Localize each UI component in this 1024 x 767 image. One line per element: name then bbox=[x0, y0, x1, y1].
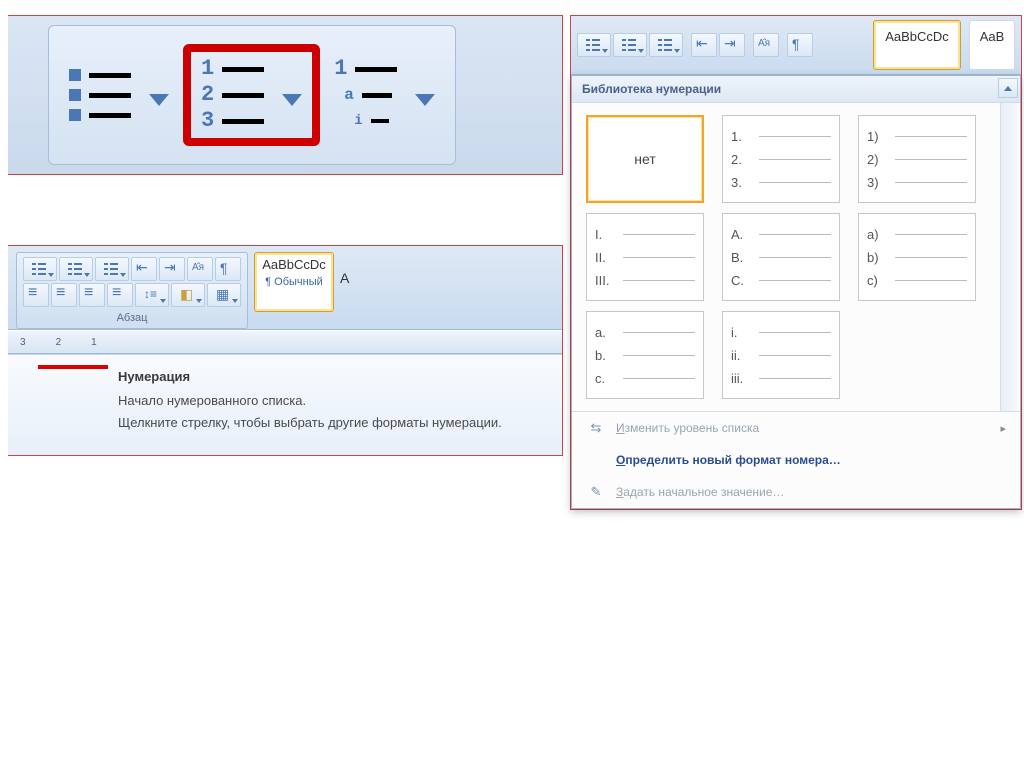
tooltip-line2: Щелкните стрелку, чтобы выбрать другие ф… bbox=[118, 414, 544, 432]
numbering-option-roman-lower[interactable]: i. ii. iii. bbox=[722, 311, 840, 399]
line-spacing-button[interactable] bbox=[135, 283, 169, 307]
define-new-number-format-item[interactable]: Определить новый формат номера… bbox=[572, 444, 1020, 476]
numbering-option-decimal-dot[interactable]: 1. 2. 3. bbox=[722, 115, 840, 203]
shading-button[interactable] bbox=[171, 283, 205, 307]
change-list-level-item: ⇆ Изменить уровень списка ▸ bbox=[572, 412, 1020, 444]
panel-mini-ribbon: AaBbCcDc AaB bbox=[571, 16, 1021, 75]
numbering-option-roman-upper[interactable]: I. II. III. bbox=[586, 213, 704, 301]
paragraph-group-label: Абзац bbox=[23, 309, 241, 324]
highlight-numbering-box: 1 2 3 bbox=[183, 44, 320, 146]
numbering-option-alpha-lower-dot[interactable]: a. b. c. bbox=[586, 311, 704, 399]
dropdown-header: Библиотека нумерации ез bbox=[572, 76, 1020, 103]
chevron-down-icon bbox=[149, 94, 169, 106]
multilevel-button-zoom[interactable]: 1 a i bbox=[324, 54, 445, 136]
numbering-library-dropdown: Библиотека нумерации ез нет 1. 2. 3. 1) … bbox=[571, 75, 1021, 509]
show-hide-button[interactable] bbox=[215, 257, 241, 281]
zoomed-list-buttons-strip: 1 2 3 1 a i bbox=[8, 15, 563, 175]
bullets-icon bbox=[69, 69, 131, 121]
decrease-indent-button[interactable] bbox=[691, 33, 717, 57]
numbering-gallery: нет 1. 2. 3. 1) 2) 3) I. II. III. A. B. … bbox=[572, 103, 1020, 411]
numbering-button[interactable] bbox=[613, 33, 647, 57]
style-name: ¶ Обычный bbox=[255, 276, 333, 288]
indent-icon: ⇆ bbox=[586, 420, 606, 436]
decrease-indent-button[interactable] bbox=[131, 257, 157, 281]
numbering-button-zoom[interactable]: 1 2 3 bbox=[201, 60, 302, 130]
align-justify-button[interactable] bbox=[107, 283, 133, 307]
multilevel-button[interactable] bbox=[95, 257, 129, 281]
numbering-icon: 1 2 3 bbox=[201, 60, 264, 130]
style-normal-preview[interactable]: AaBbCcDc ¶ Обычный bbox=[254, 252, 334, 312]
chevron-down-icon bbox=[415, 94, 435, 106]
numbering-dropdown-panel: AaBbCcDc AaB Библиотека нумерации ез нет… bbox=[570, 15, 1022, 510]
numbering-option-decimal-paren[interactable]: 1) 2) 3) bbox=[858, 115, 976, 203]
ruler-mark: 2 bbox=[56, 337, 62, 348]
zoom-buttons-container: 1 2 3 1 a i bbox=[48, 25, 456, 165]
bullets-button[interactable] bbox=[23, 257, 57, 281]
ruler-mark: 3 bbox=[20, 337, 26, 348]
ruler: 3 2 1 bbox=[8, 330, 562, 354]
ribbon-row: Абзац AaBbCcDc ¶ Обычный A bbox=[8, 246, 562, 330]
submenu-arrow-icon: ▸ bbox=[1000, 422, 1006, 435]
none-label: нет bbox=[634, 151, 655, 167]
numbering-button[interactable] bbox=[59, 257, 93, 281]
style-extra-mini[interactable]: AaB bbox=[969, 20, 1015, 70]
increase-indent-button[interactable] bbox=[159, 257, 185, 281]
multilevel-button[interactable] bbox=[649, 33, 683, 57]
increase-indent-button[interactable] bbox=[719, 33, 745, 57]
sort-button[interactable] bbox=[187, 257, 213, 281]
style-sample: AaBbCcDc bbox=[255, 257, 333, 272]
pencil-icon: ✎ bbox=[586, 484, 606, 500]
highlight-underline bbox=[38, 365, 108, 369]
scroll-up-button[interactable] bbox=[998, 78, 1018, 98]
paragraph-ribbon-snippet: Абзац AaBbCcDc ¶ Обычный A 3 2 1 Нумерац… bbox=[8, 245, 563, 456]
align-center-button[interactable] bbox=[51, 283, 77, 307]
blank-icon bbox=[586, 452, 606, 468]
bullets-button-zoom[interactable] bbox=[59, 63, 179, 127]
tooltip-line1: Начало нумерованного списка. bbox=[118, 392, 544, 410]
numbering-option-none[interactable]: нет bbox=[586, 115, 704, 203]
ruler-mark: 1 bbox=[91, 337, 97, 348]
chevron-down-icon bbox=[282, 94, 302, 106]
show-hide-button[interactable] bbox=[787, 33, 813, 57]
sort-button[interactable] bbox=[753, 33, 779, 57]
paragraph-group: Абзац bbox=[16, 252, 248, 329]
dropdown-header-text: Библиотека нумерации bbox=[582, 82, 721, 96]
align-right-button[interactable] bbox=[79, 283, 105, 307]
align-left-button[interactable] bbox=[23, 283, 49, 307]
multilevel-icon: 1 a i bbox=[334, 60, 397, 130]
numbering-option-alpha-lower-paren[interactable]: a) b) c) bbox=[858, 213, 976, 301]
bullets-button[interactable] bbox=[577, 33, 611, 57]
style-extra-preview: A bbox=[340, 252, 358, 286]
tooltip-title: Нумерация bbox=[118, 369, 544, 384]
gallery-scrollbar[interactable] bbox=[1000, 103, 1018, 411]
set-start-value-item: ✎ Задать начальное значение… bbox=[572, 476, 1020, 508]
borders-button[interactable] bbox=[207, 283, 241, 307]
style-preview-mini[interactable]: AaBbCcDc bbox=[873, 20, 961, 70]
numbering-tooltip: Нумерация Начало нумерованного списка. Щ… bbox=[8, 354, 562, 455]
numbering-option-alpha-upper[interactable]: A. B. C. bbox=[722, 213, 840, 301]
